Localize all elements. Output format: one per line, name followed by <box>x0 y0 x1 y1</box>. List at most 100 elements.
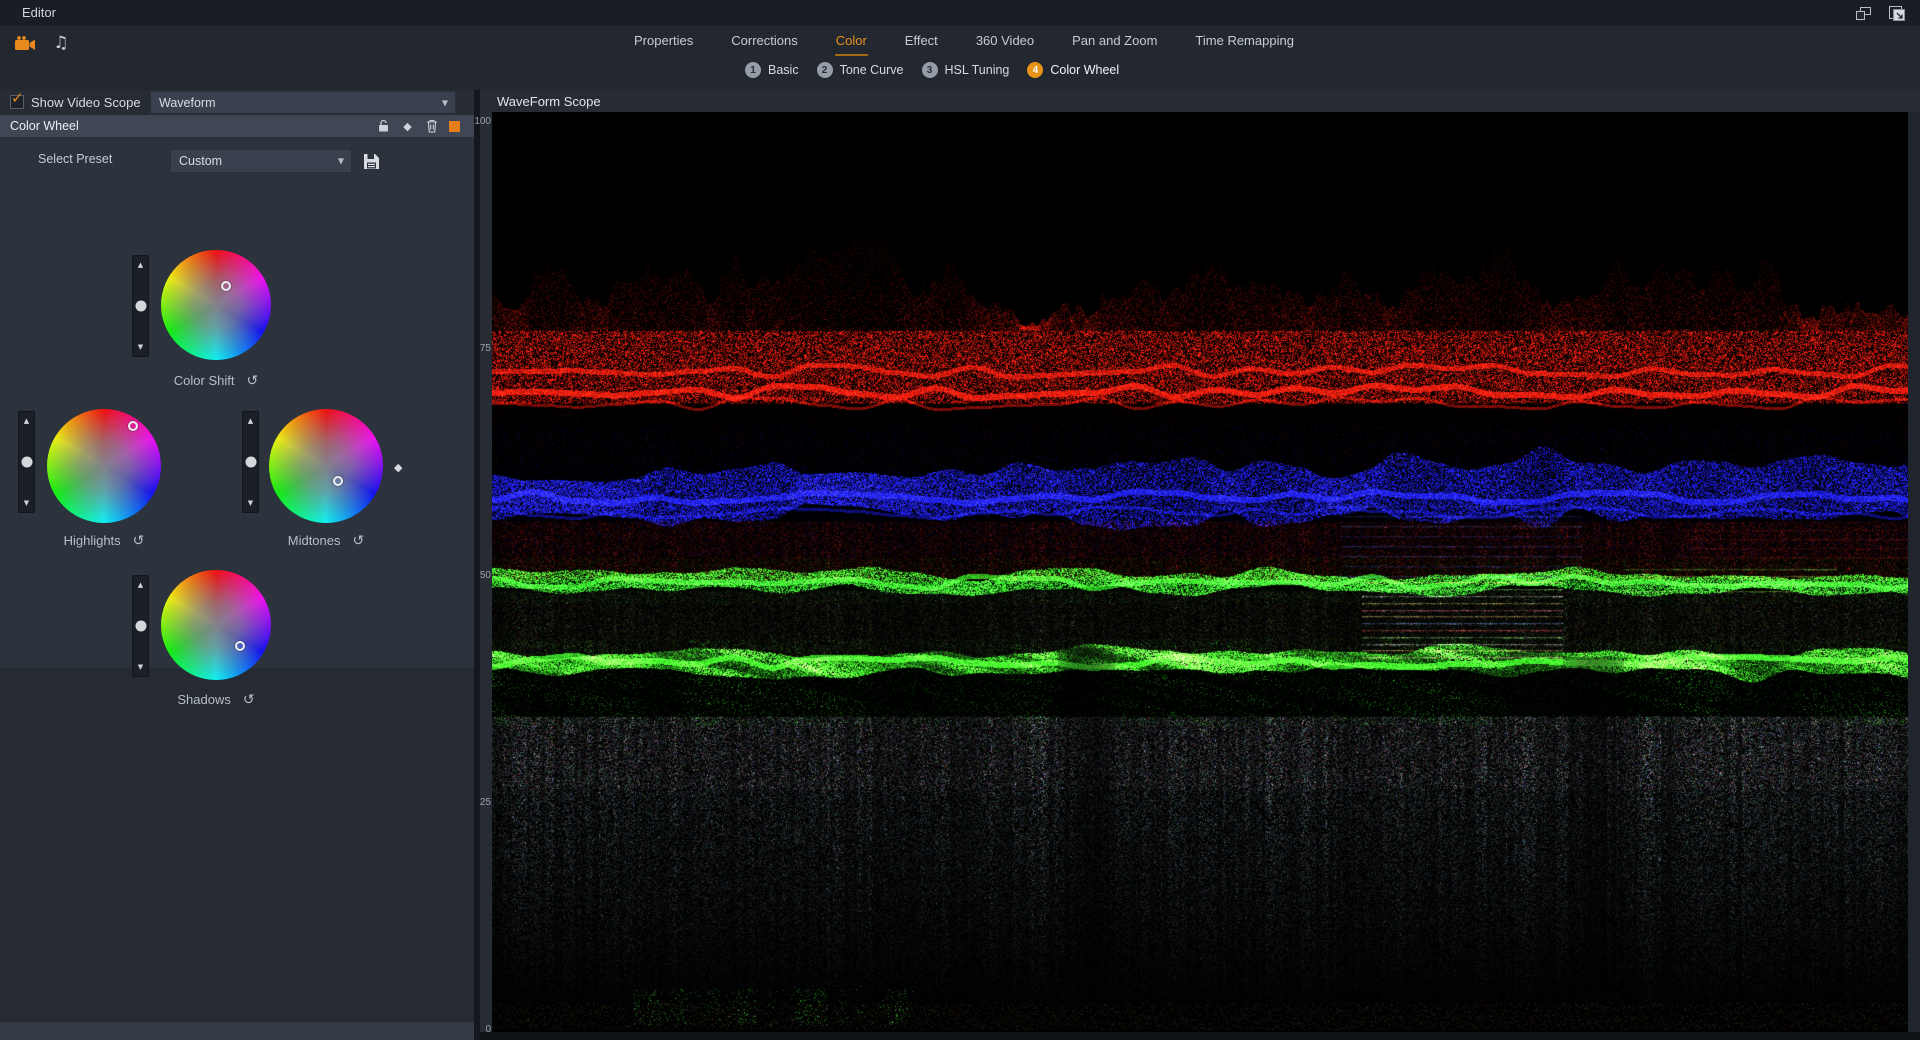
shadows-brightness-slider[interactable]: ▲ ▼ <box>132 575 149 677</box>
title-bar: Editor <box>0 0 1920 26</box>
window-title: Editor <box>22 5 56 20</box>
slider-up-icon[interactable]: ▲ <box>243 417 258 425</box>
midtones-indicator[interactable] <box>333 476 343 486</box>
slider-thumb[interactable] <box>135 301 146 312</box>
waveform-scope-header[interactable]: WaveForm Scope <box>480 90 1920 112</box>
slider-down-icon[interactable]: ▼ <box>243 499 258 507</box>
tab-color[interactable]: Color <box>835 30 868 56</box>
tab-360-video[interactable]: 360 Video <box>975 30 1035 56</box>
highlights-wheel[interactable] <box>47 409 161 523</box>
midtones-wheel[interactable] <box>269 409 383 523</box>
tab-effect[interactable]: Effect <box>904 30 939 56</box>
color-shift-wheel[interactable] <box>161 250 271 360</box>
midtones-keyframe-icon[interactable]: ◆ <box>394 461 402 474</box>
color-shift-label-row: Color Shift ↺ <box>131 373 301 388</box>
waveform-scope-title: WaveForm Scope <box>497 94 601 109</box>
select-preset-label: Select Preset <box>38 152 112 166</box>
slider-thumb[interactable] <box>245 457 256 468</box>
chevron-down-icon: ▼ <box>338 157 344 166</box>
keyframe-diamond-icon[interactable]: ◆ <box>401 119 414 133</box>
slider-up-icon[interactable]: ▲ <box>133 581 148 589</box>
subtab-number-badge: 2 <box>817 62 833 78</box>
tab-bar: Properties Corrections Color Effect 360 … <box>633 30 1295 56</box>
preset-row: Select Preset Custom ▼ <box>0 137 474 181</box>
wheel-label: Color Shift <box>174 373 235 388</box>
section-header-icons: ◆ <box>377 115 460 137</box>
save-preset-button[interactable] <box>361 151 381 171</box>
scope-bottom-edge <box>480 1032 1920 1040</box>
trash-icon[interactable] <box>425 119 438 133</box>
reset-icon[interactable]: ↺ <box>243 693 255 707</box>
shadows-indicator[interactable] <box>235 641 245 651</box>
preset-dropdown[interactable]: Custom ▼ <box>170 149 352 173</box>
subtab-label: Color Wheel <box>1050 63 1119 77</box>
wheel-label: Highlights <box>64 533 121 548</box>
window-controls <box>1854 5 1906 21</box>
media-tool-icons: ♫ <box>14 32 72 54</box>
subtab-color-wheel[interactable]: 4 Color Wheel <box>1027 62 1119 78</box>
slider-down-icon[interactable]: ▼ <box>19 499 34 507</box>
horizontal-scrollbar[interactable] <box>0 1022 474 1040</box>
highlights-brightness-slider[interactable]: ▲ ▼ <box>18 411 35 513</box>
subtab-tone-curve[interactable]: 2 Tone Curve <box>817 62 904 78</box>
shadows-wheel[interactable] <box>161 570 271 680</box>
midtones-brightness-slider[interactable]: ▲ ▼ <box>242 411 259 513</box>
dock-panels-icon[interactable] <box>1888 5 1906 21</box>
restore-window-icon[interactable] <box>1854 5 1872 21</box>
axis-tick-label: 50 <box>480 569 491 583</box>
subtab-label: Tone Curve <box>840 63 904 77</box>
subtab-label: Basic <box>768 63 799 77</box>
slider-thumb[interactable] <box>21 457 32 468</box>
top-bar: ♫ Properties Corrections Color Effect 36… <box>0 26 1920 90</box>
color-shift-brightness-slider[interactable]: ▲ ▼ <box>132 255 149 357</box>
highlights-indicator[interactable] <box>128 421 138 431</box>
subtab-number-badge: 1 <box>745 62 761 78</box>
slider-thumb[interactable] <box>135 621 146 632</box>
music-note-icon[interactable]: ♫ <box>50 32 72 54</box>
checkmark-icon: ✓ <box>11 89 24 107</box>
wheel-label: Midtones <box>288 533 341 548</box>
reset-icon[interactable]: ↺ <box>353 534 365 548</box>
chevron-down-icon: ▼ <box>442 98 448 107</box>
wheel-label: Shadows <box>177 692 230 707</box>
subtab-number-badge: 4 <box>1027 62 1043 78</box>
show-video-scope-label: Show Video Scope <box>31 95 141 110</box>
color-wheel-panel: ✓ Show Video Scope Waveform ▼ Color Whee… <box>0 90 474 1040</box>
color-shift-indicator[interactable] <box>221 281 231 291</box>
midtones-label-row: Midtones ↺ <box>241 533 411 548</box>
waveform-scope-body: 1007550250 <box>480 112 1920 1040</box>
lock-icon[interactable] <box>377 119 390 133</box>
tab-pan-and-zoom[interactable]: Pan and Zoom <box>1071 30 1158 56</box>
video-scope-row: ✓ Show Video Scope Waveform ▼ <box>0 90 474 115</box>
axis-tick-label: 100 <box>474 115 491 129</box>
panel-color-tag[interactable] <box>449 121 460 132</box>
editor-window: Editor ♫ Properties Corrections Color Ef… <box>0 0 1920 1040</box>
preset-value: Custom <box>179 154 222 168</box>
color-wheel-section-header[interactable]: Color Wheel ◆ <box>0 115 474 137</box>
slider-down-icon[interactable]: ▼ <box>133 343 148 351</box>
scope-y-axis: 1007550250 <box>480 112 492 1040</box>
waveform-scope-panel: WaveForm Scope 1007550250 <box>480 90 1920 1040</box>
reset-icon[interactable]: ↺ <box>246 374 258 388</box>
section-title: Color Wheel <box>10 119 79 133</box>
highlights-label-row: Highlights ↺ <box>19 533 189 548</box>
subtab-number-badge: 3 <box>922 62 938 78</box>
color-wheel-content: Select Preset Custom ▼ ▲ ▼ Color Shift <box>0 137 474 668</box>
subtab-basic[interactable]: 1 Basic <box>745 62 799 78</box>
color-subtab-bar: 1 Basic 2 Tone Curve 3 HSL Tuning 4 Colo… <box>745 62 1119 78</box>
tab-corrections[interactable]: Corrections <box>730 30 798 56</box>
reset-icon[interactable]: ↺ <box>133 534 145 548</box>
subtab-hsl-tuning[interactable]: 3 HSL Tuning <box>922 62 1010 78</box>
axis-tick-label: 75 <box>480 342 491 356</box>
slider-down-icon[interactable]: ▼ <box>133 663 148 671</box>
tab-time-remapping[interactable]: Time Remapping <box>1194 30 1295 56</box>
slider-up-icon[interactable]: ▲ <box>19 417 34 425</box>
show-video-scope-checkbox[interactable]: ✓ <box>10 95 24 109</box>
slider-up-icon[interactable]: ▲ <box>133 261 148 269</box>
shadows-label-row: Shadows ↺ <box>131 692 301 707</box>
subtab-label: HSL Tuning <box>945 63 1010 77</box>
scope-type-dropdown[interactable]: Waveform ▼ <box>150 91 456 114</box>
video-camera-icon[interactable] <box>14 32 36 54</box>
scope-type-value: Waveform <box>159 96 216 110</box>
tab-properties[interactable]: Properties <box>633 30 694 56</box>
